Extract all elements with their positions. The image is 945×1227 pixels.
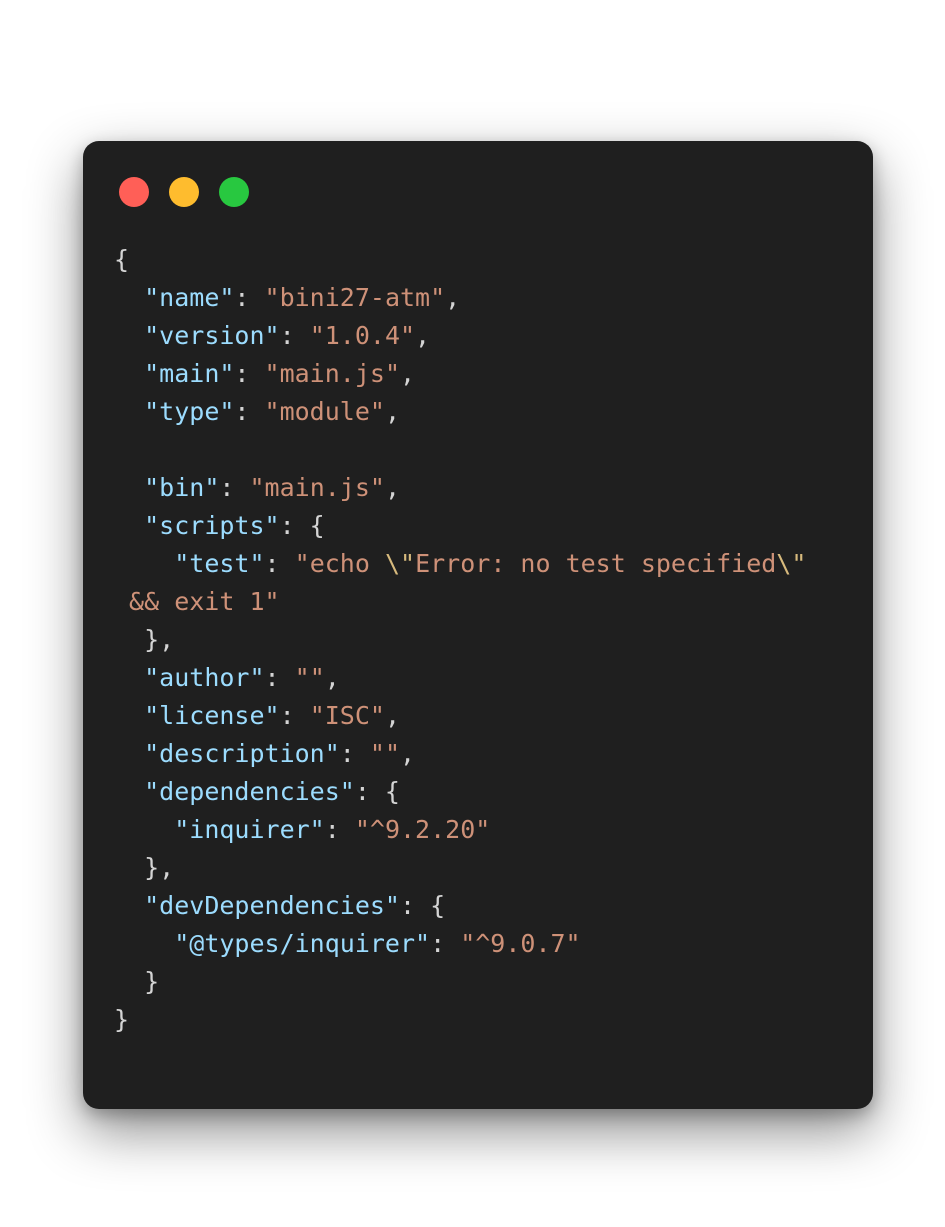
code-line: "version": "1.0.4", <box>114 317 806 355</box>
code-line: }, <box>114 849 806 887</box>
json-key: "license" <box>144 701 280 730</box>
maximize-dot-icon[interactable] <box>219 177 249 207</box>
json-punctuation <box>114 891 144 920</box>
json-punctuation: , <box>384 397 401 426</box>
json-punctuation <box>114 815 174 844</box>
json-punctuation: , <box>384 473 401 502</box>
json-string: Error: no test specified <box>415 549 777 578</box>
json-string: "bini27-atm" <box>264 283 446 312</box>
json-punctuation: : <box>234 283 265 312</box>
json-key: "dependencies" <box>144 777 355 806</box>
json-punctuation: , <box>400 739 416 768</box>
code-line: "name": "bini27-atm", <box>114 279 806 317</box>
json-key: "@types/inquirer" <box>174 929 431 958</box>
json-punctuation <box>114 929 174 958</box>
code-window: { "name": "bini27-atm", "version": "1.0.… <box>83 141 873 1109</box>
json-key: "description" <box>144 739 340 768</box>
json-string: "echo <box>294 549 385 578</box>
close-dot-icon[interactable] <box>119 177 149 207</box>
json-string: "" <box>294 663 325 692</box>
json-punctuation: { <box>114 245 130 274</box>
json-string: "1.0.4" <box>309 321 416 350</box>
json-punctuation <box>114 283 144 312</box>
json-key: "devDependencies" <box>144 891 400 920</box>
json-string: "" <box>369 739 400 768</box>
json-punctuation <box>114 777 144 806</box>
code-line: "inquirer": "^9.2.20" <box>114 811 806 849</box>
code-block: { "name": "bini27-atm", "version": "1.0.… <box>114 241 806 1039</box>
json-punctuation: : { <box>354 777 400 806</box>
json-punctuation: : <box>264 663 295 692</box>
code-line: { <box>114 241 806 279</box>
code-line: "main": "main.js", <box>114 355 806 393</box>
json-punctuation: : <box>234 359 265 388</box>
json-punctuation: } <box>114 1005 130 1034</box>
json-punctuation: }, <box>114 625 175 654</box>
json-string: "main.js" <box>249 473 385 502</box>
json-escape: \" <box>384 549 416 578</box>
json-key: "version" <box>144 321 280 350</box>
json-punctuation <box>114 511 144 540</box>
code-line: }, <box>114 621 806 659</box>
json-punctuation: : <box>279 701 310 730</box>
json-punctuation: , <box>324 663 340 692</box>
json-string: "module" <box>264 397 385 426</box>
json-escape: \" <box>776 549 807 578</box>
code-line: "author": "", <box>114 659 806 697</box>
code-line: && exit 1" <box>114 583 806 621</box>
code-line: "scripts": { <box>114 507 806 545</box>
json-key: "type" <box>144 397 235 426</box>
code-line: "dependencies": { <box>114 773 806 811</box>
json-punctuation <box>114 321 144 350</box>
json-punctuation: } <box>114 967 160 996</box>
json-punctuation: , <box>415 321 431 350</box>
code-line: "devDependencies": { <box>114 887 806 925</box>
code-line: "description": "", <box>114 735 806 773</box>
json-punctuation <box>114 473 144 502</box>
json-punctuation: : <box>264 549 295 578</box>
json-string: && exit 1" <box>114 587 280 616</box>
json-punctuation: : <box>279 321 310 350</box>
json-string: "main.js" <box>264 359 400 388</box>
json-punctuation <box>114 397 144 426</box>
json-punctuation: }, <box>114 853 175 882</box>
json-punctuation: : <box>324 815 355 844</box>
json-string: "ISC" <box>309 701 385 730</box>
json-string: "^9.0.7" <box>460 929 581 958</box>
json-punctuation: : <box>430 929 461 958</box>
json-string: "^9.2.20" <box>354 815 491 844</box>
json-key: "scripts" <box>144 511 280 540</box>
json-punctuation: : <box>339 739 370 768</box>
code-line: "@types/inquirer": "^9.0.7" <box>114 925 806 963</box>
json-key: "author" <box>144 663 265 692</box>
json-key: "inquirer" <box>174 815 325 844</box>
json-key: "name" <box>144 283 235 312</box>
json-key: "main" <box>144 359 235 388</box>
json-punctuation: : { <box>399 891 446 920</box>
json-punctuation: , <box>445 283 461 312</box>
code-line: } <box>114 1001 806 1039</box>
json-punctuation: , <box>400 359 416 388</box>
code-line: "license": "ISC", <box>114 697 806 735</box>
json-punctuation <box>114 663 144 692</box>
code-line: "test": "echo \"Error: no test specified… <box>114 545 806 583</box>
json-punctuation <box>114 739 144 768</box>
json-punctuation <box>114 549 174 578</box>
json-key: "bin" <box>144 473 220 502</box>
json-punctuation: : <box>234 397 265 426</box>
json-key: "test" <box>174 549 265 578</box>
code-line: "bin": "main.js", <box>114 469 806 507</box>
json-punctuation <box>114 359 144 388</box>
minimize-dot-icon[interactable] <box>169 177 199 207</box>
code-line: "type": "module", <box>114 393 806 431</box>
code-line: } <box>114 963 806 1001</box>
json-punctuation: : <box>219 473 250 502</box>
json-punctuation: , <box>384 701 401 730</box>
json-punctuation <box>114 701 144 730</box>
json-punctuation: : { <box>279 511 325 540</box>
